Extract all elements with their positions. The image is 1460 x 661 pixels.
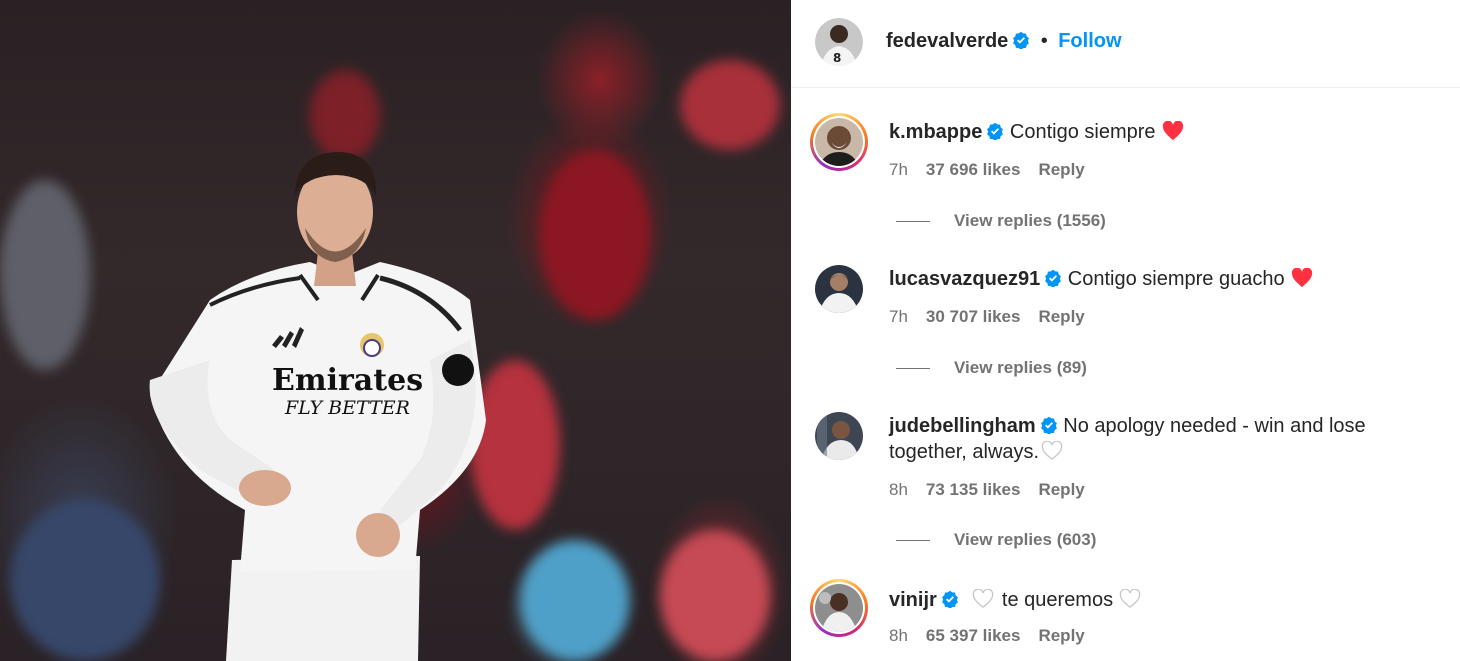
- comment-time[interactable]: 8h: [889, 480, 908, 499]
- avatar: [815, 118, 863, 166]
- commenter-username[interactable]: vinijr: [889, 589, 937, 611]
- comment-text: Contigo siempre: [1009, 121, 1156, 143]
- view-replies-button[interactable]: View replies (1556): [896, 211, 1106, 231]
- verified-icon: [1040, 416, 1057, 434]
- commenter-avatar[interactable]: [815, 265, 863, 313]
- comment-body: lucasvazquez91 Contigo siempre guacho: [889, 266, 1409, 292]
- comment-meta: 8h 65 397 likes Reply: [889, 626, 1103, 646]
- verified-icon: [1045, 269, 1062, 287]
- verified-icon: [987, 122, 1004, 140]
- view-replies-label: View replies (603): [954, 530, 1097, 549]
- comment-likes[interactable]: 73 135 likes: [926, 480, 1021, 499]
- commenter-username[interactable]: lucasvazquez91: [889, 268, 1040, 290]
- comment-likes[interactable]: 65 397 likes: [926, 626, 1021, 645]
- avatar: [815, 584, 863, 632]
- header-line: fedevalverde • Follow: [886, 30, 1122, 53]
- author-avatar[interactable]: 8: [815, 18, 863, 66]
- comment-meta: 7h 30 707 likes Reply: [889, 307, 1103, 327]
- player-figure: Emirates FLY BETTER: [149, 152, 486, 661]
- commenter-username[interactable]: judebellingham: [889, 415, 1036, 437]
- reply-button[interactable]: Reply: [1038, 307, 1084, 326]
- red-heart-icon: [1162, 121, 1183, 141]
- post-photo[interactable]: Emirates FLY BETTER: [0, 0, 791, 661]
- comment-meta: 8h 73 135 likes Reply: [889, 480, 1103, 500]
- sponsor-line-2: FLY BETTER: [284, 397, 410, 419]
- reply-button[interactable]: Reply: [1038, 480, 1084, 499]
- white-heart-icon: [1041, 441, 1063, 460]
- replies-divider: [896, 221, 930, 223]
- red-heart-icon: [1291, 268, 1312, 288]
- view-replies-button[interactable]: View replies (89): [896, 358, 1087, 378]
- svg-text:8: 8: [833, 51, 841, 65]
- comment-likes[interactable]: 37 696 likes: [926, 160, 1021, 179]
- commenter-username[interactable]: k.mbappe: [889, 121, 982, 143]
- view-replies-label: View replies (89): [954, 358, 1087, 377]
- comment-body: k.mbappe Contigo siempre: [889, 119, 1409, 145]
- post-header: 8 fedevalverde • Follow: [791, 0, 1460, 88]
- comment-body: vinijr te queremos: [889, 587, 1409, 613]
- comment-meta: 7h 37 696 likes Reply: [889, 160, 1103, 180]
- author-username[interactable]: fedevalverde: [886, 30, 1008, 52]
- comment-time[interactable]: 7h: [889, 307, 908, 326]
- comment-body: judebellingham No apology needed - win a…: [889, 413, 1409, 465]
- comment-text: Contigo siempre guacho: [1067, 268, 1285, 290]
- view-replies-label: View replies (1556): [954, 211, 1106, 230]
- white-heart-icon: [1119, 589, 1141, 608]
- verified-icon: [941, 590, 958, 608]
- reply-button[interactable]: Reply: [1038, 626, 1084, 645]
- comments-panel: 8 fedevalverde • Follow k.mbappe Contigo…: [791, 0, 1460, 661]
- verified-icon: [1013, 31, 1030, 49]
- comment-time[interactable]: 8h: [889, 626, 908, 645]
- replies-divider: [896, 368, 930, 370]
- reply-button[interactable]: Reply: [1038, 160, 1084, 179]
- commenter-avatar-ring[interactable]: [810, 579, 868, 637]
- comment-likes[interactable]: 30 707 likes: [926, 307, 1021, 326]
- replies-divider: [896, 540, 930, 542]
- view-replies-button[interactable]: View replies (603): [896, 530, 1096, 550]
- follow-button[interactable]: Follow: [1058, 30, 1121, 52]
- sponsor-line-1: Emirates: [272, 363, 423, 398]
- commenter-avatar[interactable]: [815, 412, 863, 460]
- commenter-avatar-ring[interactable]: [810, 113, 868, 171]
- separator-dot: •: [1040, 30, 1048, 52]
- white-heart-icon: [973, 589, 994, 608]
- comment-text: te queremos: [1001, 589, 1114, 611]
- comment-time[interactable]: 7h: [889, 160, 908, 179]
